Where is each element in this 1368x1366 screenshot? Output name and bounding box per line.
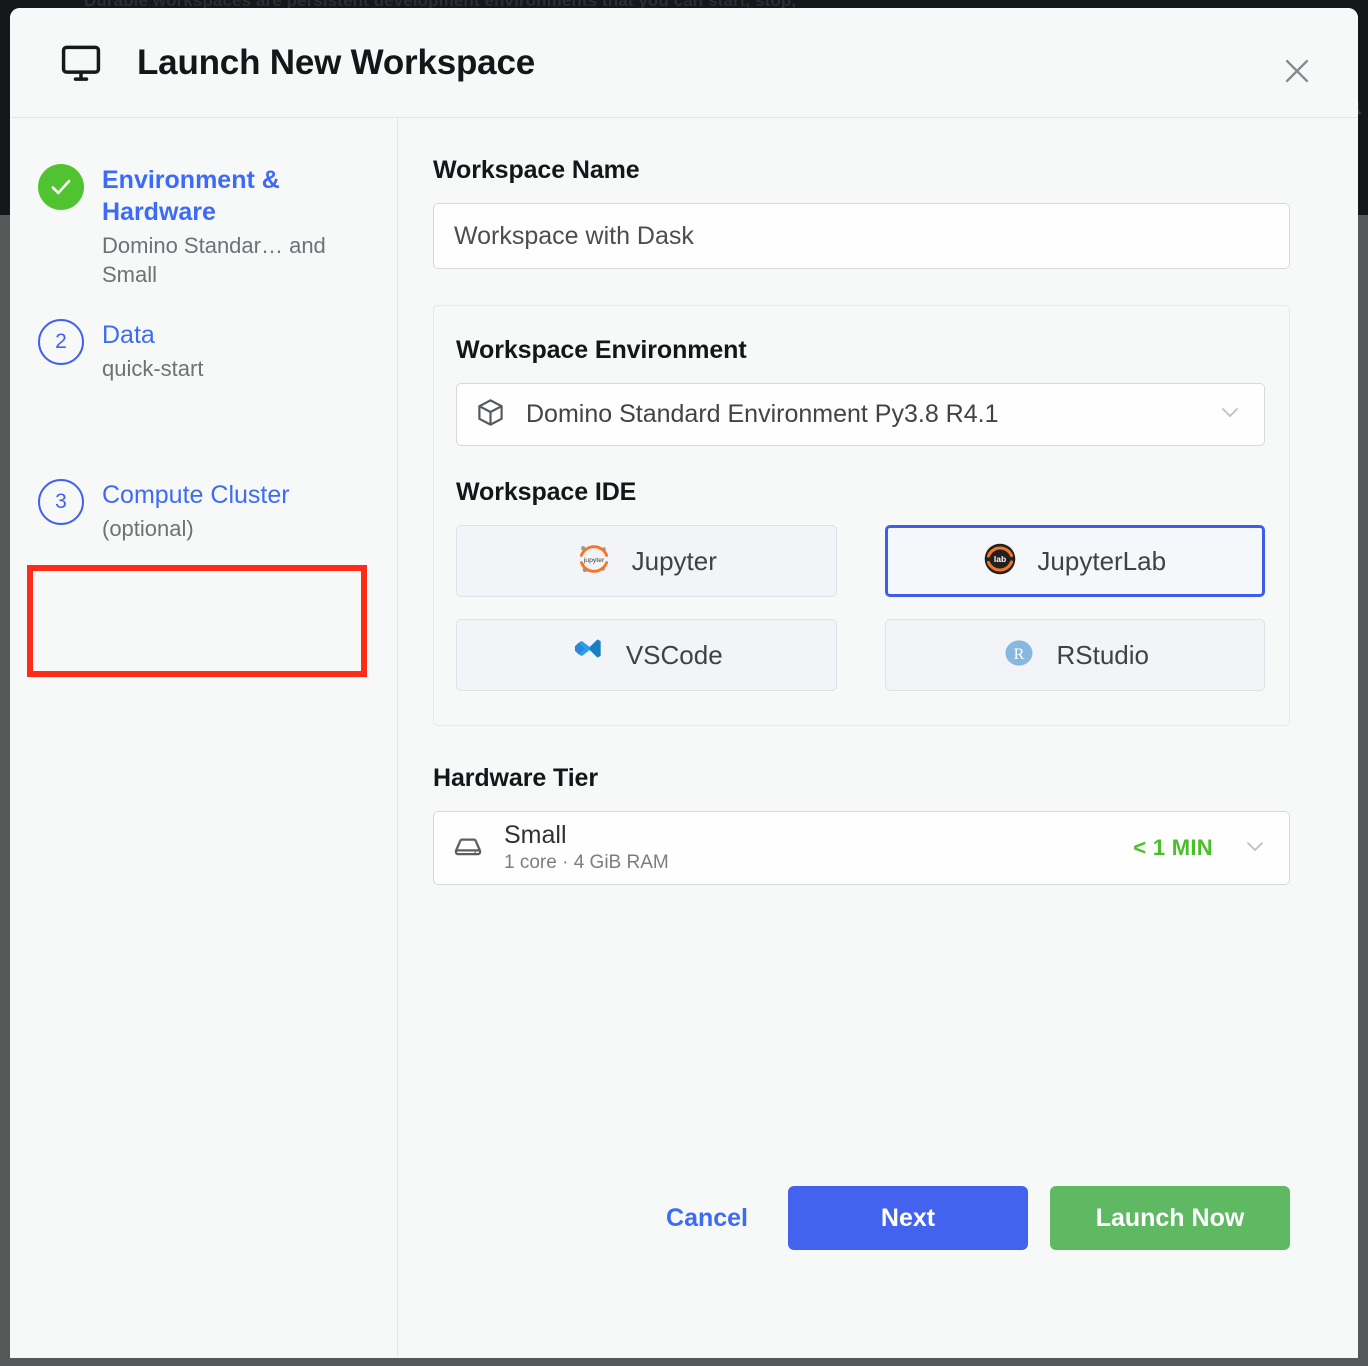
chevron-down-icon [1241,832,1269,865]
step-subtitle-environment-hardware: Domino Standar… and Small [102,233,326,288]
cube-icon [475,397,506,433]
svg-text:jupyter: jupyter [582,557,604,564]
step-subtitle-compute-cluster: (optional) [102,516,194,542]
environment-ide-panel: Workspace Environment Domino Standard En… [433,305,1290,726]
step-title-compute-cluster: Compute Cluster [102,481,290,510]
step-number-badge-2: 2 [38,319,84,366]
step-number-badge-3: 3 [38,479,84,526]
ide-option-jupyter[interactable]: jupyter Jupyter [456,525,837,597]
hard-drive-icon [452,830,484,867]
modal-body: Environment & Hardware Domino Standar… a… [10,118,1358,1358]
rstudio-icon: R [1001,635,1037,676]
ide-option-label-jupyter: Jupyter [631,545,717,576]
jupyterlab-icon: lab [983,542,1017,581]
main-panel: Workspace Name Workspace Environment Dom… [398,118,1358,1358]
cancel-button[interactable]: Cancel [648,1194,766,1243]
ide-option-label-jupyterlab: JupyterLab [1037,545,1167,576]
vscode-icon [570,635,606,676]
hardware-tier-spec: 1 core · 4 GiB RAM [504,851,669,873]
workspace-environment-label: Workspace Environment [456,336,747,364]
ide-option-label-rstudio: RStudio [1056,639,1150,670]
hardware-tier-select[interactable]: Small 1 core · 4 GiB RAM < 1 MIN [433,811,1290,885]
step-complete-check-icon [38,164,84,210]
svg-text:lab: lab [994,554,1006,564]
workspace-environment-select[interactable]: Domino Standard Environment Py3.8 R4.1 [456,383,1265,446]
ide-option-rstudio[interactable]: R RStudio [884,619,1265,691]
step-title-data: Data [102,321,155,350]
ide-option-jupyterlab[interactable]: lab JupyterLab [884,525,1265,597]
page-title: Launch New Workspace [137,42,535,82]
jupyter-icon: jupyter [576,541,612,582]
modal-header: Launch New Workspace [10,8,1358,118]
workspace-name-input[interactable] [433,203,1290,269]
sidebar-item-compute-cluster[interactable]: 3 Compute Cluster (optional) [10,463,397,557]
hardware-tier-eta: < 1 MIN [1133,835,1213,860]
ide-option-vscode[interactable]: VSCode [456,619,837,691]
workspace-ide-options: jupyter Jupyter lab JupyterLab VSCode R … [456,525,1265,691]
workspace-environment-value: Domino Standard Environment Py3.8 R4.1 [526,400,999,428]
svg-text:R: R [1013,644,1024,662]
next-button[interactable]: Next [788,1186,1028,1250]
chevron-down-icon [1216,398,1244,431]
sidebar-item-environment-hardware[interactable]: Environment & Hardware Domino Standar… a… [10,148,397,303]
launch-now-button[interactable]: Launch Now [1050,1186,1290,1250]
step-title-environment-hardware: Environment & Hardware [102,166,280,226]
annotation-highlight-box [27,565,367,677]
step-sidebar: Environment & Hardware Domino Standar… a… [10,118,398,1358]
step-subtitle-data: quick-start [102,356,204,382]
modal-footer: Cancel Next Launch Now [433,1186,1290,1358]
workspace-ide-label: Workspace IDE [456,478,637,506]
hardware-tier-name: Small [504,821,567,850]
sidebar-item-data[interactable]: 2 Data quick-start [10,303,397,397]
ide-option-label-vscode: VSCode [625,639,723,670]
workspace-name-label: Workspace Name [433,156,640,184]
hardware-tier-label: Hardware Tier [433,764,598,792]
launch-workspace-modal: Launch New Workspace Environment & Hardw… [10,8,1358,1358]
monitor-icon [58,41,104,85]
close-icon[interactable] [1274,48,1320,94]
